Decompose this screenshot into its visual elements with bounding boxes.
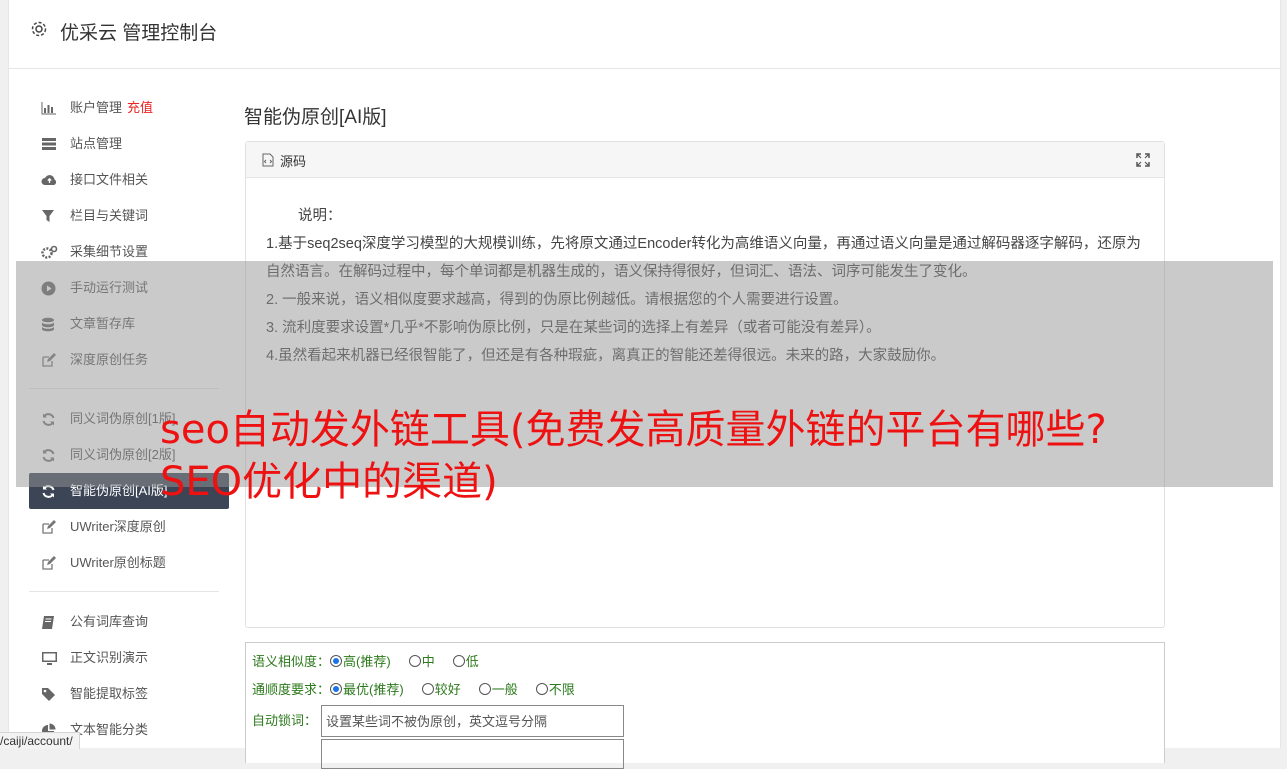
recharge-link[interactable]: 充值 (127, 100, 153, 115)
similarity-option[interactable]: 低 (452, 654, 479, 669)
server-icon (41, 137, 56, 152)
lock-label: 自动锁词： (252, 713, 318, 728)
edit-icon (41, 556, 56, 571)
sidebar-item[interactable]: 账户管理 充值 (29, 90, 229, 126)
radio-button[interactable] (478, 683, 491, 695)
sidebar-item-label: 公有词库查询 (70, 614, 149, 629)
sidebar-item-label: UWriter原创标题 (70, 555, 166, 570)
radio-button[interactable] (330, 683, 343, 695)
panel-title: 源码 (280, 154, 307, 169)
sidebar-item-label: 栏目与关键词 (70, 208, 149, 223)
options-form: 语义相似度： 高(推荐) 中 低 通顺度要求： 最优(推荐) 较好 一般 不限 自动锁词： 设… (245, 642, 1165, 769)
top-bar: 优采云 管理控制台 (9, 0, 1280, 69)
sidebar-item-label: 正文识别演示 (70, 650, 149, 665)
sidebar-item-label: 智能提取标签 (70, 686, 149, 701)
radio-label: 低 (465, 654, 479, 669)
overlay-headline: seo自动发外链工具(免费发高质量外链的平台有哪些?SEO优化中的渠道) (160, 407, 1107, 505)
text-input[interactable] (321, 739, 624, 769)
filter-icon (41, 209, 56, 224)
sidebar-item-label: UWriter深度原创 (70, 519, 166, 534)
file-code-icon (262, 153, 274, 172)
radio-label: 高(推荐) (343, 654, 391, 669)
monitor-icon (41, 651, 57, 666)
sidebar-item-label: 站点管理 (70, 136, 123, 151)
lock-row: 自动锁词： (252, 710, 317, 732)
radio-button[interactable] (535, 683, 548, 695)
sidebar-item[interactable]: 智能提取标签 (29, 676, 229, 712)
gears-icon (41, 245, 58, 260)
sidebar-item[interactable]: UWriter原创标题 (29, 545, 229, 581)
edit-icon (41, 520, 56, 535)
main-content: 智能伪原创[AI版] (244, 98, 1164, 141)
similarity-row: 语义相似度： 高(推荐) 中 低 (252, 651, 497, 673)
status-bar-url: /caiji/account/ (0, 732, 80, 749)
fluency-option[interactable]: 较好 (421, 682, 461, 697)
radio-label: 一般 (491, 682, 518, 697)
sidebar-item[interactable]: 公有词库查询 (29, 604, 229, 640)
sidebar-item[interactable]: 接口文件相关 (29, 162, 229, 198)
sidebar-item-label: 接口文件相关 (70, 172, 149, 187)
book-icon (41, 615, 56, 630)
fullscreen-icon[interactable] (1136, 153, 1150, 172)
sidebar-item-label: 采集细节设置 (70, 244, 149, 259)
radio-label: 不限 (548, 682, 575, 697)
fluency-option[interactable]: 不限 (535, 682, 575, 697)
radio-button[interactable] (330, 655, 343, 667)
sidebar-item[interactable]: 栏目与关键词 (29, 198, 229, 234)
panel-header: 源码 (246, 142, 1164, 178)
sidebar-item[interactable]: 正文识别演示 (29, 640, 229, 676)
sidebar-divider (29, 591, 219, 592)
similarity-option[interactable]: 高(推荐) (330, 654, 391, 669)
similarity-label: 语义相似度： (252, 654, 331, 669)
radio-button[interactable] (421, 683, 434, 695)
page-title: 智能伪原创[AI版] (244, 107, 387, 128)
bar-chart-icon (41, 101, 56, 116)
radio-button[interactable] (408, 655, 421, 667)
radio-button[interactable] (452, 655, 465, 667)
sidebar-item-label: 账户管理 (70, 100, 123, 115)
gear-icon (30, 20, 48, 38)
sidebar-item-label: 文本智能分类 (70, 722, 149, 737)
similarity-option[interactable]: 中 (408, 654, 435, 669)
fluency-row: 通顺度要求： 最优(推荐) 较好 一般 不限 (252, 679, 593, 701)
sidebar-item[interactable]: UWriter深度原创 (29, 509, 229, 545)
tag-icon (41, 687, 56, 702)
radio-label: 最优(推荐) (343, 682, 404, 697)
sidebar-item[interactable]: 站点管理 (29, 126, 229, 162)
fluency-option[interactable]: 最优(推荐) (330, 682, 404, 697)
intro-label: 说明： (298, 208, 342, 224)
radio-label: 较好 (434, 682, 461, 697)
lock-words-input[interactable]: 设置某些词不被伪原创，英文逗号分隔 (321, 705, 624, 737)
radio-label: 中 (421, 654, 435, 669)
fluency-option[interactable]: 一般 (478, 682, 518, 697)
app-title: 优采云 管理控制台 (60, 23, 218, 44)
fluency-label: 通顺度要求： (252, 682, 331, 697)
cloud-upload-icon (41, 173, 57, 188)
